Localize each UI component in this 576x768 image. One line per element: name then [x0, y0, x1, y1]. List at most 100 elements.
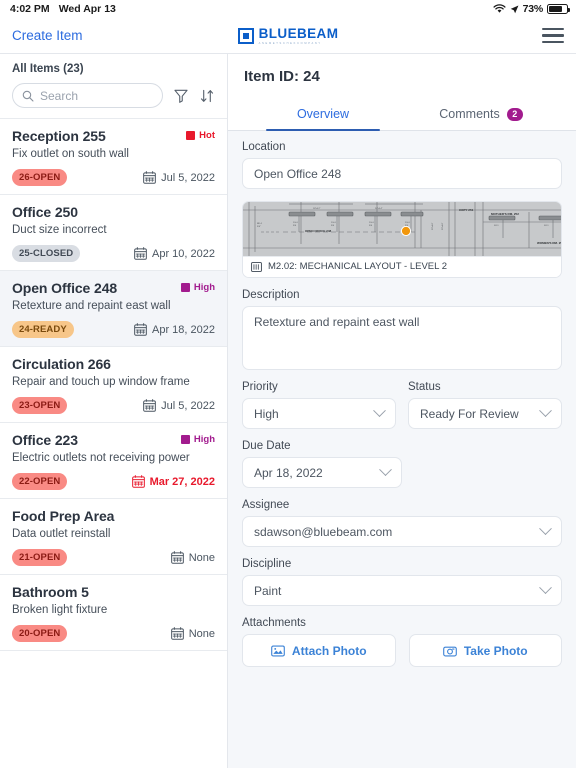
due-date-select[interactable]: Apr 18, 2022 [242, 457, 402, 488]
list-item-title: Office 250 [12, 204, 78, 220]
discipline-select[interactable]: Paint [242, 575, 562, 606]
wifi-icon [493, 4, 506, 14]
create-item-button[interactable]: Create Item [0, 28, 83, 43]
priority-flag-label: High [194, 282, 215, 293]
items-list[interactable]: Reception 255HotFix outlet on south wall… [0, 118, 227, 768]
chevron-down-icon [379, 463, 392, 476]
due-date: Jul 5, 2022 [143, 399, 215, 412]
discipline-label: Discipline [242, 558, 562, 570]
svg-text:12x1: 12x1 [293, 222, 299, 224]
list-item-desc: Repair and touch up window frame [12, 376, 215, 388]
floor-plan-image: OPEN OFFICE 248 COPY 251 MOTHER'S RM. 25… [243, 202, 561, 256]
status-bar: 4:02 PM Wed Apr 13 73% [0, 0, 576, 18]
attachments-label: Attachments [242, 617, 562, 629]
priority-flag-label: Hot [199, 130, 215, 141]
priority-flag: High [181, 282, 215, 293]
status-group: Status Ready For Review [408, 381, 562, 429]
status-badge: 23-OPEN [12, 397, 67, 414]
list-item-desc: Data outlet reinstall [12, 528, 215, 540]
list-item-title: Circulation 266 [12, 356, 111, 372]
svg-text:12x1: 12x1 [331, 222, 337, 224]
list-item-bottom: 23-OPEN Jul 5, 2022 [12, 397, 215, 414]
list-item[interactable]: Reception 255HotFix outlet on south wall… [0, 119, 227, 195]
location-arrow-icon [510, 5, 519, 14]
list-item-desc: Fix outlet on south wall [12, 148, 215, 160]
status-badge: 26-OPEN [12, 169, 67, 186]
due-date-text: Jul 5, 2022 [161, 172, 215, 184]
search-icon [22, 90, 34, 102]
status-right-cluster: 73% [493, 3, 568, 15]
due-date: Apr 18, 2022 [134, 323, 215, 336]
priority-swatch-icon [181, 435, 190, 444]
list-item[interactable]: Food Prep AreaData outlet reinstall21-OP… [0, 499, 227, 575]
logo-tagline: A N E M E T S C H E K C O M P A N Y [259, 41, 339, 44]
list-item-top: Office 223 High [12, 432, 215, 448]
all-items-label: All Items (23) [12, 63, 215, 75]
priority-label: Priority [242, 381, 396, 393]
sort-arrows-icon[interactable] [199, 88, 215, 104]
calendar-icon [134, 247, 147, 260]
list-item-top: Office 250 [12, 204, 215, 220]
search-placeholder: Search [40, 89, 78, 103]
due-date: None [171, 627, 215, 640]
battery-percent: 73% [523, 3, 543, 15]
due-date: None [171, 551, 215, 564]
list-item-title: Office 223 [12, 432, 78, 448]
bluebeam-logo-icon [238, 28, 254, 44]
status-label: Status [408, 381, 562, 393]
assignee-label: Assignee [242, 499, 562, 511]
filter-funnel-icon[interactable] [173, 88, 189, 104]
app-logo: BLUEBEAM A N E M E T S C H E K C O M P A… [0, 27, 576, 45]
due-date-value: Apr 18, 2022 [254, 466, 323, 480]
due-date: Apr 10, 2022 [134, 247, 215, 260]
sheet-caption: M2.02: MECHANICAL LAYOUT - LEVEL 2 [268, 261, 447, 272]
sheet-caption-row: M2.02: MECHANICAL LAYOUT - LEVEL 2 [243, 256, 561, 277]
attach-photo-button[interactable]: Attach Photo [242, 634, 396, 667]
status-badge: 22-OPEN [12, 473, 67, 490]
priority-value: High [254, 407, 279, 421]
list-item-bottom: 25-CLOSEDApr 10, 2022 [12, 245, 215, 262]
take-photo-button[interactable]: Take Photo [409, 634, 563, 667]
svg-text:WOMEN'S RM. 254: WOMEN'S RM. 254 [537, 241, 561, 245]
list-item[interactable]: Office 250Duct size incorrect25-CLOSEDAp… [0, 195, 227, 271]
priority-flag-label: High [194, 434, 215, 445]
attachment-buttons: Attach Photo Take Photo [242, 634, 562, 667]
detail-panel: Item ID: 24 OverviewComments2 Location O… [228, 54, 576, 768]
due-date-text: Jul 5, 2022 [161, 400, 215, 412]
location-group: Location Open Office 248 [242, 141, 562, 189]
list-item-top: Circulation 266 [12, 356, 215, 372]
due-date-label: Due Date [242, 440, 562, 452]
floor-plan-drawing: OPEN OFFICE 248 COPY 251 MOTHER'S RM. 25… [243, 202, 561, 256]
assignee-select[interactable]: sdawson@bluebeam.com [242, 516, 562, 547]
sheet-thumbnail[interactable]: OPEN OFFICE 248 COPY 251 MOTHER'S RM. 25… [242, 201, 562, 278]
detail-tabs[interactable]: OverviewComments2 [244, 107, 560, 130]
due-date-text: None [189, 628, 215, 640]
list-item-bottom: 26-OPEN Jul 5, 2022 [12, 169, 215, 186]
status-badge: 20-OPEN [12, 625, 67, 642]
list-item[interactable]: Office 223 High Electric outlets not recei… [0, 423, 227, 499]
location-field[interactable]: Open Office 248 [242, 158, 562, 189]
due-date: Jul 5, 2022 [143, 171, 215, 184]
list-item-desc: Electric outlets not receiving power [12, 452, 215, 464]
due-date-text: Apr 10, 2022 [152, 248, 215, 260]
priority-select[interactable]: High [242, 398, 396, 429]
list-item[interactable]: Circulation 266 Repair and touch up windo… [0, 347, 227, 423]
tab-comments[interactable]: Comments2 [402, 107, 560, 130]
description-field[interactable]: Retexture and repaint east wall [242, 306, 562, 370]
list-item[interactable]: Bathroom 5Broken light fixture20-OPENNon… [0, 575, 227, 651]
overview-form: Location Open Office 248 [228, 131, 576, 768]
tab-label: Comments [439, 107, 499, 121]
discipline-value: Paint [254, 584, 281, 598]
svg-text:COPY 251: COPY 251 [459, 208, 474, 212]
calendar-icon [171, 627, 184, 640]
status-select[interactable]: Ready For Review [408, 398, 562, 429]
list-item-bottom: 21-OPEN None [12, 549, 215, 566]
priority-status-row: Priority High Status Ready For Review [242, 381, 562, 429]
search-input[interactable]: Search [12, 83, 163, 108]
list-item[interactable]: Open Office 248HighRetexture and repaint… [0, 271, 227, 347]
tab-overview[interactable]: Overview [244, 107, 402, 130]
status-badge: 21-OPEN [12, 549, 67, 566]
due-date-text: Apr 18, 2022 [152, 324, 215, 336]
list-item-top: Bathroom 5 [12, 584, 215, 600]
hamburger-menu-icon[interactable] [542, 28, 564, 44]
